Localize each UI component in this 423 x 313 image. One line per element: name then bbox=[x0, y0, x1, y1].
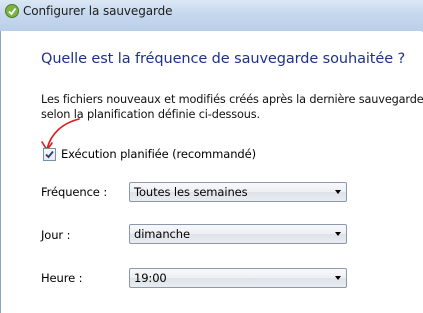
description-line-2: selon la planification définie ci-dessou… bbox=[41, 108, 260, 121]
day-label: Jour : bbox=[41, 228, 71, 242]
time-select[interactable]: 19:00 bbox=[129, 268, 347, 288]
day-select[interactable]: dimanche bbox=[129, 224, 347, 244]
scheduled-checkbox-label[interactable]: Exécution planifiée (recommandé) bbox=[61, 147, 256, 161]
frequency-select[interactable]: Toutes les semaines bbox=[129, 182, 347, 202]
title-bar[interactable]: Configurer la sauvegarde bbox=[0, 0, 423, 32]
page-heading: Quelle est la fréquence de sauvegarde so… bbox=[41, 51, 406, 67]
description: Les fichiers nouveaux et modifiés créés … bbox=[41, 92, 423, 122]
window-title: Configurer la sauvegarde bbox=[23, 4, 173, 18]
frequency-label: Fréquence : bbox=[41, 185, 108, 199]
content-area: Quelle est la fréquence de sauvegarde so… bbox=[0, 31, 423, 313]
chevron-down-icon bbox=[335, 190, 341, 194]
chevron-down-icon bbox=[335, 276, 341, 280]
day-value: dimanche bbox=[134, 227, 190, 241]
backup-icon bbox=[4, 3, 20, 19]
chevron-down-icon bbox=[335, 232, 341, 236]
backup-window: Configurer la sauvegarde Quelle est la f… bbox=[0, 0, 423, 313]
scheduled-checkbox[interactable] bbox=[43, 148, 56, 161]
time-value: 19:00 bbox=[134, 271, 167, 285]
checkmark-icon bbox=[45, 150, 54, 159]
description-line-1: Les fichiers nouveaux et modifiés créés … bbox=[41, 93, 423, 106]
time-label: Heure : bbox=[41, 271, 83, 285]
frequency-value: Toutes les semaines bbox=[134, 185, 248, 199]
